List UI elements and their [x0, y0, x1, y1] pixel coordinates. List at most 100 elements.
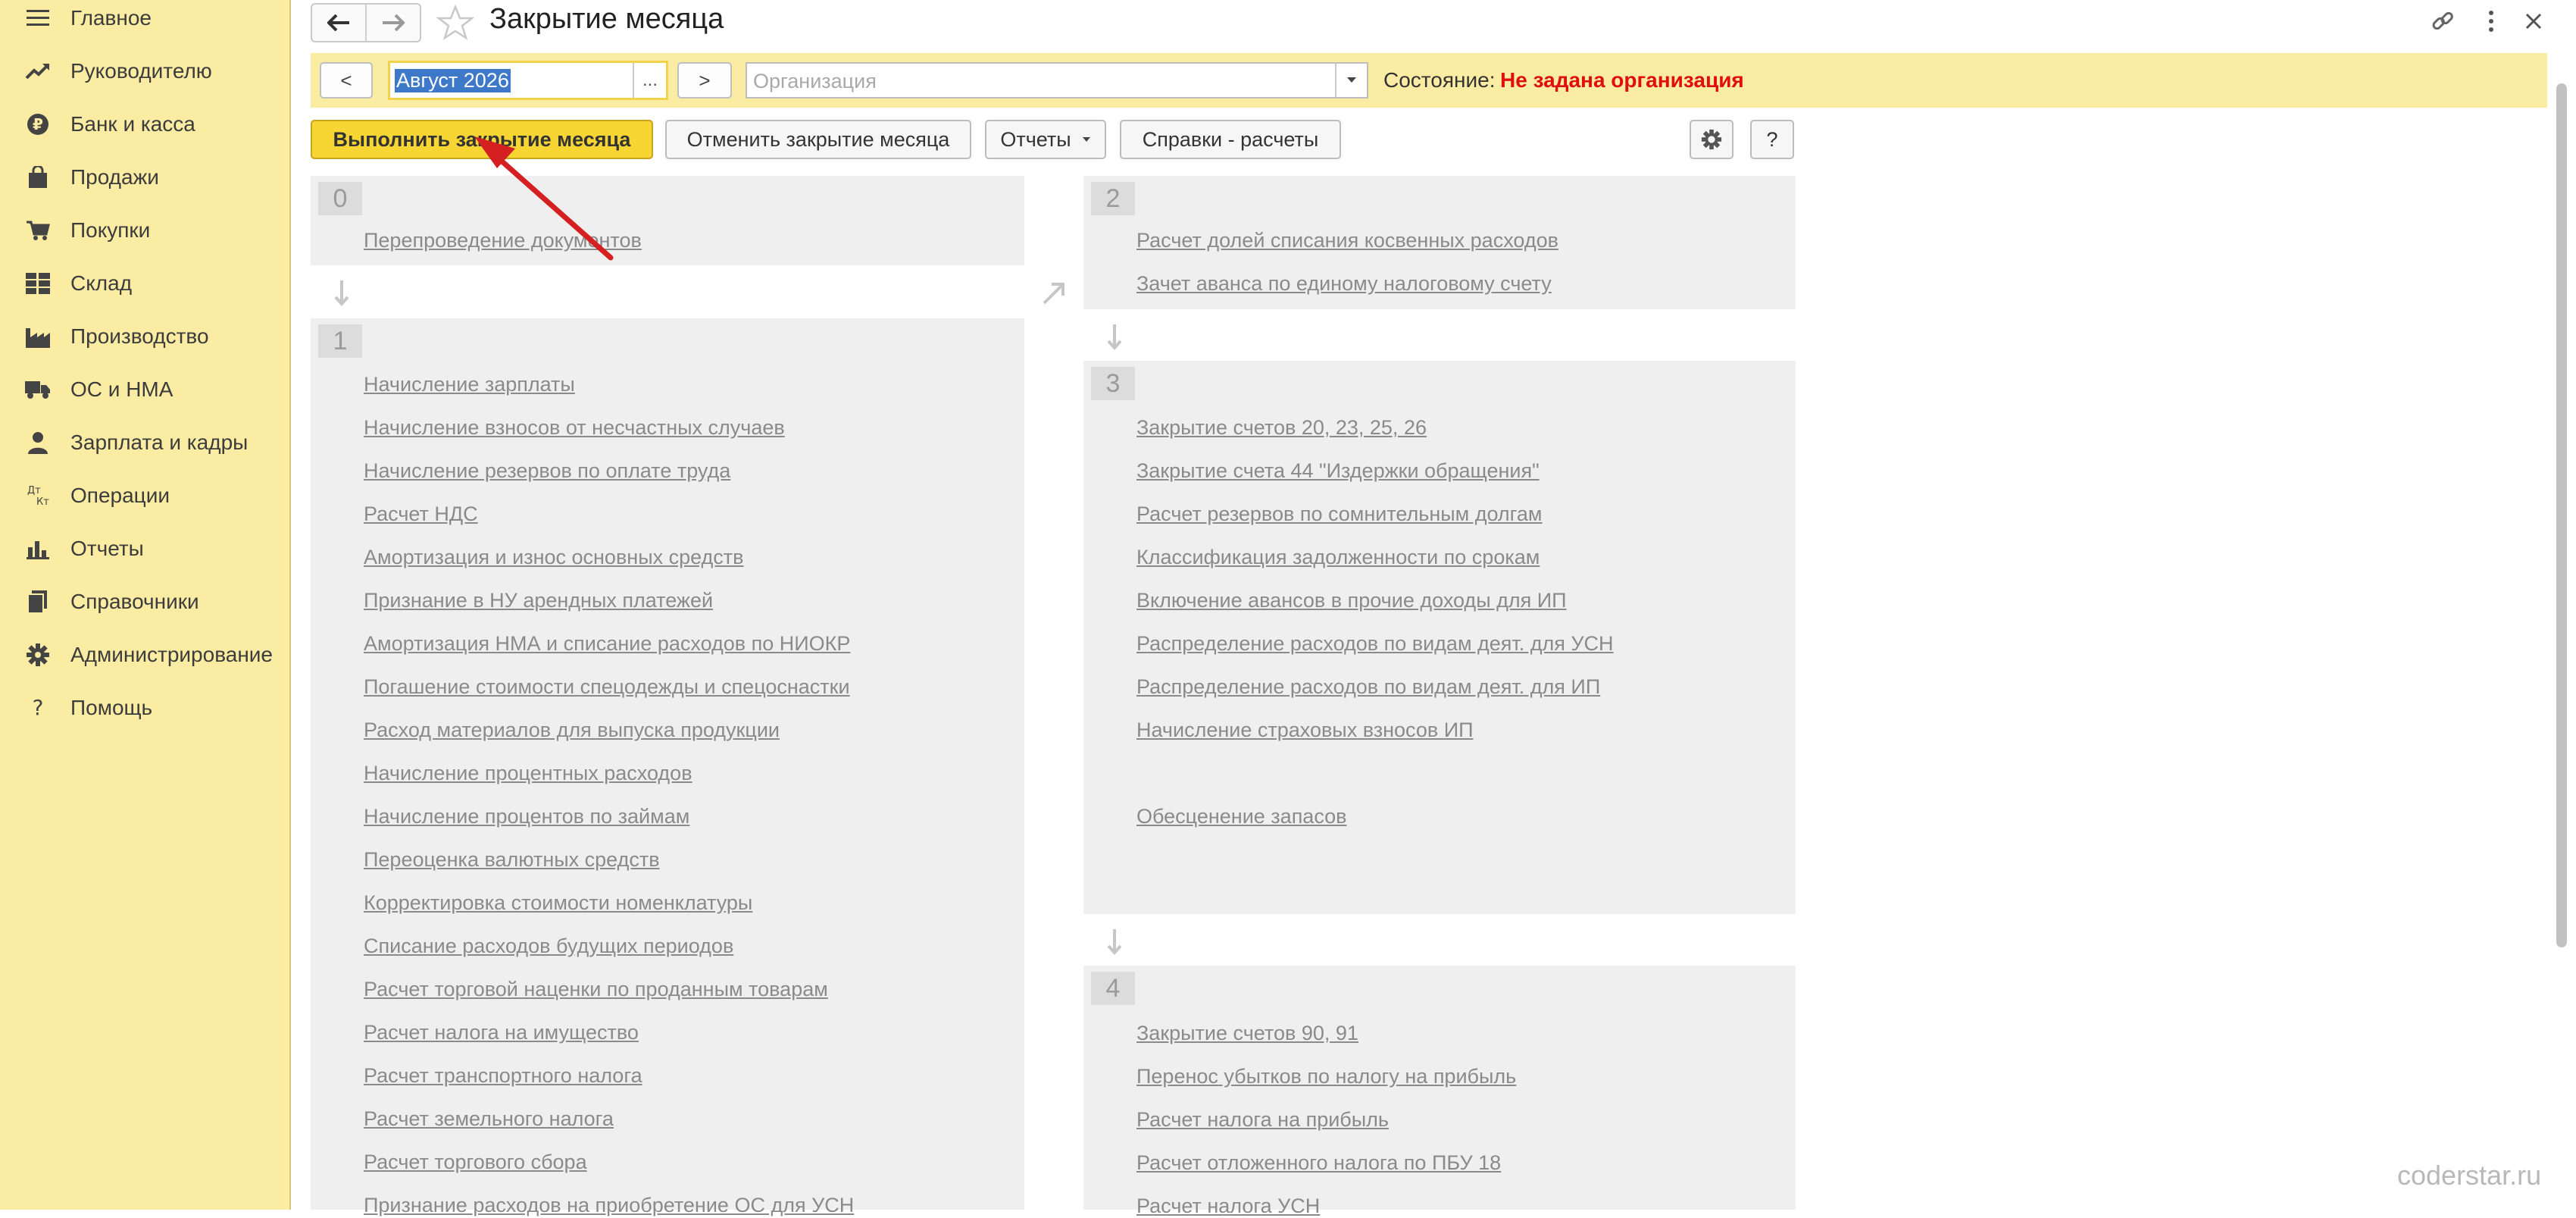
operation-link[interactable]: Закрытие счетов 20, 23, 25, 26: [1136, 416, 1427, 440]
sidebar-item-label: ОС и НМА: [70, 377, 174, 401]
sidebar: Главное Руководителю ₽ Банк и касса Прод…: [0, 0, 291, 1210]
operation-link[interactable]: Расчет налога на имущество: [364, 1021, 639, 1044]
period-field[interactable]: Август 2026 ...: [388, 61, 668, 100]
cart-icon: [24, 217, 52, 244]
arrow-right-icon: [383, 14, 405, 31]
sidebar-item-main[interactable]: Главное: [0, 0, 289, 42]
ruble-coin-icon: ₽: [24, 111, 52, 138]
forward-button[interactable]: [365, 5, 420, 41]
page-title: Закрытие месяца: [489, 3, 724, 35]
more-options-icon[interactable]: [2474, 5, 2508, 38]
operation-link[interactable]: Включение авансов в прочие доходы для ИП: [1136, 589, 1567, 612]
sidebar-item-assets[interactable]: ОС и НМА: [0, 365, 289, 414]
operation-link[interactable]: Расчет торговой наценки по проданным тов…: [364, 978, 828, 1001]
sidebar-item-reports[interactable]: Отчеты: [0, 524, 289, 573]
gear-icon: [1701, 129, 1722, 150]
operation-link[interactable]: Расчет налога на прибыль: [1136, 1108, 1389, 1132]
filter-bar: < Август 2026 ... > Состояние: Не задана…: [311, 53, 2547, 108]
operation-link[interactable]: Закрытие счета 44 "Издержки обращения": [1136, 459, 1540, 483]
operation-link[interactable]: Расчет НДС: [364, 503, 478, 526]
sidebar-item-label: Справочники: [70, 590, 199, 613]
annotation-arrow-icon: [474, 136, 614, 261]
cancel-month-closing-button[interactable]: Отменить закрытие месяца: [665, 120, 971, 159]
operation-link[interactable]: Переоценка валютных средств: [364, 848, 660, 872]
operation-link[interactable]: Классификация задолженности по срокам: [1136, 546, 1540, 569]
vertical-scrollbar[interactable]: [2556, 68, 2567, 1205]
operation-link[interactable]: Начисление процентов по займам: [364, 805, 689, 828]
dt-kt-icon: Дт Кт: [24, 482, 52, 509]
link-icon[interactable]: [2426, 5, 2459, 38]
operation-link[interactable]: Перенос убытков по налогу на прибыль: [1136, 1065, 1516, 1088]
sidebar-item-administration[interactable]: Администрирование: [0, 631, 289, 679]
sidebar-item-label: Администрирование: [70, 643, 273, 666]
operation-link[interactable]: Начисление страховых взносов ИП: [1136, 719, 1474, 742]
svg-text:?: ?: [33, 697, 44, 719]
sidebar-item-operations[interactable]: Дт Кт Операции: [0, 471, 289, 520]
info-calculations-button[interactable]: Справки - расчеты: [1120, 120, 1341, 159]
operation-link[interactable]: Расход материалов для выпуска продукции: [364, 719, 780, 742]
svg-text:₽: ₽: [33, 115, 43, 133]
sidebar-item-label: Продажи: [70, 165, 159, 189]
status-label: Состояние:: [1383, 68, 1496, 92]
operation-link[interactable]: Расчет земельного налога: [364, 1107, 614, 1131]
sidebar-item-salary[interactable]: Зарплата и кадры: [0, 418, 289, 467]
books-icon: [24, 588, 52, 615]
operation-link[interactable]: Начисление зарплаты: [364, 373, 575, 396]
operation-link[interactable]: Расчет налога УСН: [1136, 1195, 1320, 1218]
back-button[interactable]: [312, 5, 365, 41]
help-button[interactable]: ?: [1750, 120, 1794, 159]
operation-link[interactable]: Амортизация НМА и списание расходов по Н…: [364, 632, 850, 656]
operation-link[interactable]: Расчет транспортного налога: [364, 1064, 642, 1088]
next-period-button[interactable]: >: [677, 62, 732, 99]
sidebar-item-label: Главное: [70, 6, 152, 30]
sidebar-item-sales[interactable]: Продажи: [0, 153, 289, 202]
operation-link[interactable]: Расчет отложенного налога по ПБУ 18: [1136, 1151, 1501, 1175]
operation-link[interactable]: Начисление процентных расходов: [364, 762, 692, 785]
stage-number: 0: [318, 182, 362, 215]
svg-text:Кт: Кт: [36, 496, 49, 507]
operation-link[interactable]: Списание расходов будущих периодов: [364, 935, 733, 958]
sidebar-item-label: Руководителю: [70, 59, 212, 83]
previous-period-button[interactable]: <: [320, 62, 373, 99]
sidebar-item-bank[interactable]: ₽ Банк и касса: [0, 100, 289, 149]
operation-link[interactable]: Признание расходов на приобретение ОС дл…: [364, 1194, 854, 1217]
sidebar-item-directories[interactable]: Справочники: [0, 578, 289, 626]
svg-text:Дт: Дт: [27, 485, 41, 496]
scrollbar-thumb[interactable]: [2556, 83, 2567, 947]
operation-link[interactable]: Погашение стоимости спецодежды и спецосн…: [364, 675, 850, 699]
operation-link[interactable]: Обесценение запасов: [1136, 805, 1347, 828]
operation-link[interactable]: Зачет аванса по единому налоговому счету: [1136, 272, 1552, 296]
operation-link[interactable]: Корректировка стоимости номенклатуры: [364, 891, 752, 915]
arrow-down-icon: [1107, 324, 1122, 351]
menu-icon: [24, 5, 52, 32]
operation-link[interactable]: Признание в НУ арендных платежей: [364, 589, 713, 612]
sidebar-item-label: Покупки: [70, 218, 151, 242]
operation-link[interactable]: Амортизация и износ основных средств: [364, 546, 744, 569]
close-icon[interactable]: [2517, 5, 2550, 38]
sidebar-item-production[interactable]: Производство: [0, 312, 289, 361]
sidebar-item-purchases[interactable]: Покупки: [0, 206, 289, 255]
operation-link[interactable]: Расчет торгового сбора: [364, 1151, 587, 1174]
operation-link[interactable]: Закрытие счетов 90, 91: [1136, 1022, 1358, 1045]
operation-link[interactable]: Расчет долей списания косвенных расходов: [1136, 229, 1558, 252]
sidebar-item-help[interactable]: ? Помощь: [0, 684, 289, 732]
bar-chart-icon: [24, 535, 52, 562]
operation-link[interactable]: Расчет резервов по сомнительным долгам: [1136, 503, 1543, 526]
sidebar-item-label: Отчеты: [70, 537, 144, 560]
operation-link[interactable]: Распределение расходов по видам деят. дл…: [1136, 675, 1600, 699]
sidebar-item-manager[interactable]: Руководителю: [0, 47, 289, 95]
operation-link[interactable]: Начисление резервов по оплате труда: [364, 459, 730, 483]
diagonal-arrow-icon: [1043, 283, 1064, 305]
organization-input[interactable]: [747, 64, 1330, 99]
operation-link[interactable]: Распределение расходов по видам деят. дл…: [1136, 632, 1614, 656]
organization-dropdown-button[interactable]: [1335, 64, 1367, 97]
operation-link[interactable]: Начисление взносов от несчастных случаев: [364, 416, 785, 440]
sidebar-item-warehouse[interactable]: Склад: [0, 259, 289, 308]
favorite-star-icon[interactable]: [436, 4, 475, 41]
navigation-buttons: [311, 3, 421, 42]
sidebar-item-label: Производство: [70, 324, 209, 348]
period-select-button[interactable]: ...: [633, 63, 666, 98]
reports-dropdown-button[interactable]: Отчеты: [985, 120, 1106, 159]
reports-label: Отчеты: [1000, 127, 1071, 151]
settings-button[interactable]: [1690, 120, 1733, 159]
